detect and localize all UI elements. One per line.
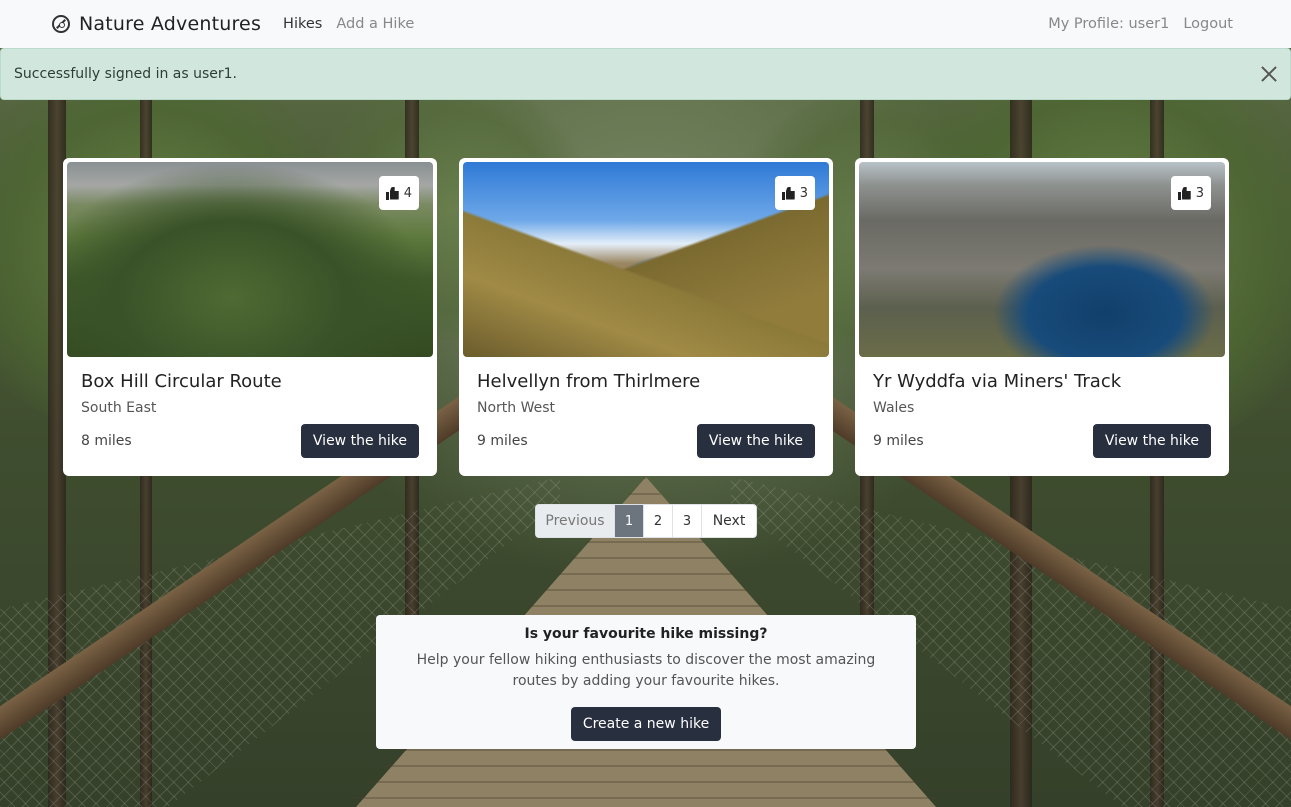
- pagination-page-1[interactable]: 1: [615, 505, 644, 537]
- pagination-page-2[interactable]: 2: [644, 505, 673, 537]
- hike-distance: 9 miles: [873, 433, 924, 449]
- nav-link-logout[interactable]: Logout: [1183, 16, 1233, 32]
- pagination-previous[interactable]: Previous: [536, 505, 615, 537]
- success-alert: Successfully signed in as user1.: [0, 48, 1291, 100]
- like-count: 3: [799, 185, 808, 201]
- hike-card: 3 Helvellyn from Thirlmere North West 9 …: [459, 158, 833, 476]
- thumbs-up-icon: [781, 187, 796, 200]
- hike-image: 4: [67, 162, 433, 357]
- hike-title: Box Hill Circular Route: [81, 371, 282, 392]
- hike-cards: 4 Box Hill Circular Route South East 8 m…: [63, 158, 1229, 476]
- hike-card: 4 Box Hill Circular Route South East 8 m…: [63, 158, 437, 476]
- nav-user-links: My Profile: user1 Logout: [1048, 16, 1233, 32]
- brand[interactable]: Nature Adventures: [52, 13, 261, 35]
- hike-region: Wales: [873, 400, 915, 416]
- like-count: 4: [403, 185, 412, 201]
- pagination-page-3[interactable]: 3: [673, 505, 702, 537]
- pagination: Previous 1 2 3 Next: [535, 504, 757, 538]
- cta-title: Is your favourite hike missing?: [524, 626, 768, 642]
- thumbs-up-icon: [385, 187, 400, 200]
- like-button[interactable]: 3: [774, 176, 815, 210]
- create-hike-button[interactable]: Create a new hike: [570, 707, 722, 741]
- hike-image: 3: [463, 162, 829, 357]
- pagination-next[interactable]: Next: [702, 505, 756, 537]
- hike-title: Yr Wyddfa via Miners' Track: [873, 371, 1122, 392]
- hike-region: South East: [81, 400, 157, 416]
- view-hike-button[interactable]: View the hike: [300, 424, 419, 458]
- close-icon[interactable]: [1260, 65, 1278, 83]
- hike-title: Helvellyn from Thirlmere: [477, 371, 701, 392]
- nav-link-hikes[interactable]: Hikes: [283, 16, 322, 32]
- view-hike-button[interactable]: View the hike: [1092, 424, 1211, 458]
- hike-image: 3: [859, 162, 1225, 357]
- add-hike-prompt: Is your favourite hike missing? Help you…: [376, 615, 916, 749]
- nav-link-profile[interactable]: My Profile: user1: [1048, 16, 1169, 32]
- navbar: Nature Adventures Hikes Add a Hike My Pr…: [0, 0, 1291, 48]
- nav-link-add-hike[interactable]: Add a Hike: [336, 16, 414, 32]
- like-button[interactable]: 4: [378, 176, 419, 210]
- hike-region: North West: [477, 400, 556, 416]
- compass-icon: [52, 15, 70, 33]
- hike-distance: 8 miles: [81, 433, 132, 449]
- hike-card: 3 Yr Wyddfa via Miners' Track Wales 9 mi…: [855, 158, 1229, 476]
- nav-links: Hikes Add a Hike: [283, 16, 414, 32]
- alert-message: Successfully signed in as user1.: [14, 66, 237, 82]
- view-hike-button[interactable]: View the hike: [696, 424, 815, 458]
- like-count: 3: [1195, 185, 1204, 201]
- like-button[interactable]: 3: [1170, 176, 1211, 210]
- brand-name: Nature Adventures: [79, 13, 262, 35]
- cta-text: Help your fellow hiking enthusiasts to d…: [416, 652, 876, 689]
- thumbs-up-icon: [1177, 187, 1192, 200]
- hike-distance: 9 miles: [477, 433, 528, 449]
